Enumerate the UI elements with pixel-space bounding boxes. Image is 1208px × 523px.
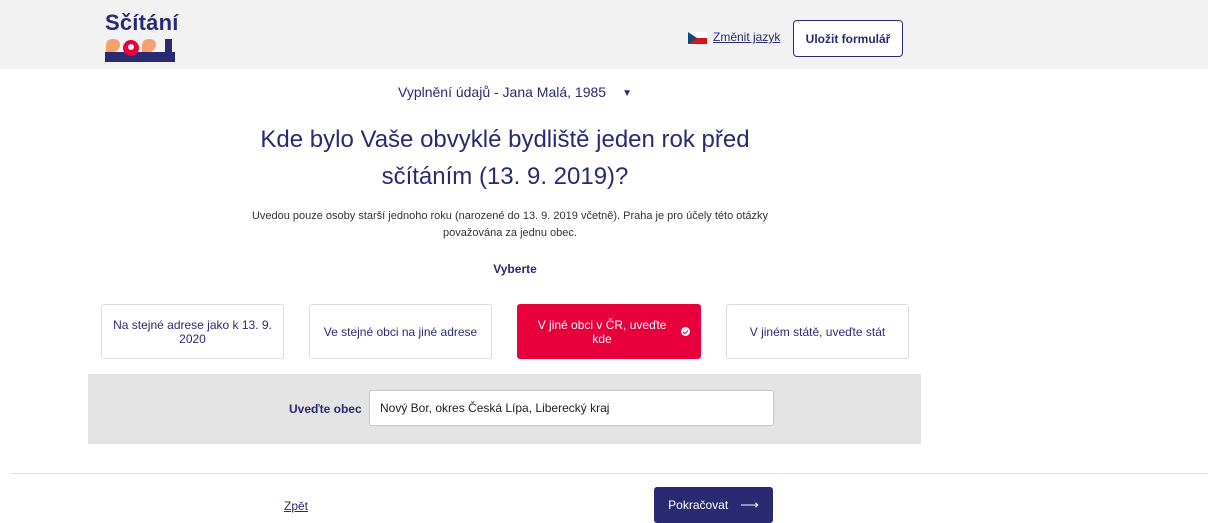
municipality-input[interactable]	[369, 390, 774, 426]
continue-button[interactable]: Pokračovat ⟶	[654, 487, 773, 523]
logo-year-graphic: 2021	[105, 39, 175, 62]
person-selector-label: Vyplnění údajů - Jana Malá, 1985	[398, 84, 607, 100]
header-bar: Sčítání 2021 Změnit jazyk Uložit formulá…	[0, 0, 1208, 69]
option-other-municipality[interactable]: V jiné obci v ČR, uveďte kde	[517, 304, 701, 359]
question-hint-line2: považována za jednu obec.	[443, 227, 577, 239]
choose-label: Vyberte	[493, 262, 537, 276]
option-other-country[interactable]: V jiném státě, uveďte stát	[726, 304, 909, 359]
change-language-label[interactable]: Změnit jazyk	[713, 30, 780, 44]
person-selector[interactable]: Vyplnění údajů - Jana Malá, 1985 ▼	[0, 84, 1030, 100]
option-label: V jiné obci v ČR, uveďte kde	[537, 317, 667, 346]
question-hint: Uvedou pouze osoby starší jednoho roku (…	[210, 208, 810, 242]
question-title-line1: Kde bylo Vaše obvyklé bydliště jeden rok…	[260, 126, 750, 153]
caret-down-icon: ▼	[622, 87, 632, 99]
option-same-address[interactable]: Na stejné adrese jako k 13. 9. 2020	[101, 304, 284, 359]
logo-text: Sčítání	[105, 10, 179, 35]
scitani-logo[interactable]: Sčítání 2021	[105, 10, 179, 62]
option-label: Na stejné adrese jako k 13. 9. 2020	[113, 317, 272, 346]
option-same-municipality[interactable]: Ve stejné obci na jiné adrese	[309, 304, 492, 359]
question-title: Kde bylo Vaše obvyklé bydliště jeden rok…	[205, 121, 805, 195]
municipality-label: Uveďte obec	[289, 402, 362, 416]
continue-label: Pokračovat	[668, 498, 729, 512]
back-link[interactable]: Zpět	[284, 499, 308, 513]
question-hint-line1: Uvedou pouze osoby starší jednoho roku (…	[251, 210, 769, 222]
save-form-button[interactable]: Uložit formulář	[793, 20, 903, 57]
czech-flag-icon	[688, 31, 707, 44]
change-language-link[interactable]: Změnit jazyk	[688, 30, 780, 44]
question-title-line2: sčítáním (13. 9. 2019)?	[381, 163, 629, 190]
option-label: V jiném státě, uveďte stát	[749, 324, 886, 339]
option-label: Ve stejné obci na jiné adrese	[323, 324, 478, 339]
footer-divider	[10, 473, 1208, 474]
arrow-right-icon: ⟶	[740, 497, 759, 512]
check-circle-icon	[681, 327, 690, 336]
municipality-panel: Uveďte obec	[88, 374, 921, 444]
